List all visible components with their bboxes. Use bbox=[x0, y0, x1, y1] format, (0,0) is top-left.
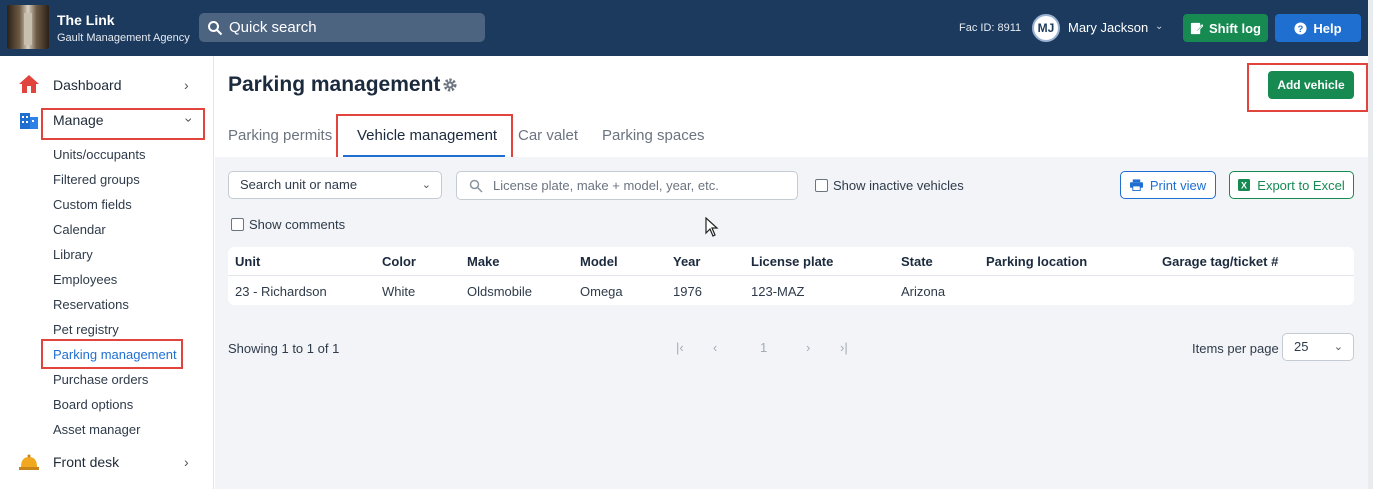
shift-log-button[interactable]: Shift log bbox=[1183, 14, 1268, 42]
brand-title: The Link bbox=[57, 12, 115, 28]
previous-page-icon[interactable]: ‹ bbox=[713, 340, 717, 355]
shift-log-label: Shift log bbox=[1209, 20, 1261, 36]
sidebar-item-library[interactable]: Library bbox=[53, 247, 93, 262]
question-circle-icon: ? bbox=[1294, 21, 1307, 35]
chevron-right-icon[interactable]: › bbox=[184, 454, 189, 470]
row-divider bbox=[228, 275, 1354, 276]
search-icon bbox=[469, 179, 483, 193]
sidebar-item-purchase-orders[interactable]: Purchase orders bbox=[53, 372, 148, 387]
cell-color: White bbox=[382, 284, 416, 299]
brand-subtitle: Gault Management Agency bbox=[57, 32, 190, 44]
tab-car-valet[interactable]: Car valet bbox=[518, 127, 578, 144]
quick-search-label: Quick search bbox=[229, 19, 317, 36]
cell-state: Arizona bbox=[901, 284, 946, 299]
edit-note-icon bbox=[1190, 22, 1203, 34]
svg-text:?: ? bbox=[1298, 23, 1304, 33]
sidebar-item-board-options[interactable]: Board options bbox=[53, 397, 133, 412]
help-button[interactable]: ? Help bbox=[1275, 14, 1361, 42]
unit-search-select-value: Search unit or name bbox=[240, 177, 358, 192]
cell-year: 1976 bbox=[673, 284, 702, 299]
last-page-icon[interactable]: ›| bbox=[840, 340, 848, 355]
top-bar: The Link Gault Management Agency Quick s… bbox=[0, 0, 1368, 56]
vehicle-search-placeholder: License plate, make + model, year, etc. bbox=[493, 178, 719, 193]
column-header-make[interactable]: Make bbox=[467, 254, 500, 269]
avatar[interactable]: MJ bbox=[1032, 14, 1060, 42]
items-per-page-select[interactable]: 25 ⌄ bbox=[1282, 333, 1354, 361]
printer-icon bbox=[1129, 179, 1143, 191]
chevron-down-icon: ⌄ bbox=[1333, 341, 1343, 353]
show-inactive-label[interactable]: Show inactive vehicles bbox=[833, 178, 964, 193]
sidebar-item-dashboard[interactable]: Dashboard bbox=[53, 77, 122, 93]
unit-search-select[interactable]: Search unit or name ⌄ bbox=[228, 171, 442, 199]
sidebar-item-custom-fields[interactable]: Custom fields bbox=[53, 197, 132, 212]
first-page-icon[interactable]: |‹ bbox=[676, 340, 684, 355]
sidebar-item-reservations[interactable]: Reservations bbox=[53, 297, 129, 312]
export-to-excel-button[interactable]: X Export to Excel bbox=[1229, 171, 1354, 199]
column-header-state[interactable]: State bbox=[901, 254, 933, 269]
showing-count: Showing 1 to 1 of 1 bbox=[228, 341, 340, 356]
items-per-page-value: 25 bbox=[1294, 339, 1309, 354]
gear-icon[interactable] bbox=[442, 77, 458, 93]
tab-parking-spaces[interactable]: Parking spaces bbox=[602, 127, 705, 144]
home-icon bbox=[19, 75, 39, 93]
tab-parking-permits[interactable]: Parking permits bbox=[228, 127, 332, 144]
excel-icon: X bbox=[1238, 179, 1251, 191]
facility-id: Fac ID: 8911 bbox=[959, 22, 1022, 34]
building-icon bbox=[20, 113, 38, 129]
print-view-button[interactable]: Print view bbox=[1120, 171, 1216, 199]
brand-logo[interactable] bbox=[7, 5, 49, 49]
print-view-label: Print view bbox=[1149, 177, 1207, 193]
user-name[interactable]: Mary Jackson bbox=[1068, 20, 1148, 35]
sidebar-item-employees[interactable]: Employees bbox=[53, 272, 117, 287]
column-header-year[interactable]: Year bbox=[673, 254, 700, 269]
svg-text:X: X bbox=[1241, 181, 1247, 191]
highlight-box-add-vehicle bbox=[1247, 63, 1368, 112]
cell-license-plate: 123-MAZ bbox=[751, 284, 805, 299]
sidebar-item-pet-registry[interactable]: Pet registry bbox=[53, 322, 119, 337]
page-number[interactable]: 1 bbox=[760, 340, 767, 355]
items-per-page-label: Items per page bbox=[1192, 341, 1279, 356]
column-header-unit[interactable]: Unit bbox=[235, 254, 260, 269]
next-page-icon[interactable]: › bbox=[806, 340, 810, 355]
page-title: Parking management bbox=[228, 73, 441, 96]
column-header-model[interactable]: Model bbox=[580, 254, 618, 269]
show-inactive-checkbox[interactable] bbox=[815, 179, 828, 192]
highlight-box-manage bbox=[41, 108, 205, 140]
chevron-right-icon[interactable]: › bbox=[184, 77, 189, 93]
export-to-excel-label: Export to Excel bbox=[1257, 177, 1345, 193]
show-comments-checkbox[interactable] bbox=[231, 218, 244, 231]
column-header-garage-tag[interactable]: Garage tag/ticket # bbox=[1162, 254, 1278, 269]
cell-make: Oldsmobile bbox=[467, 284, 533, 299]
bell-icon bbox=[19, 454, 39, 470]
cell-unit[interactable]: 23 - Richardson bbox=[235, 284, 327, 299]
column-header-license-plate[interactable]: License plate bbox=[751, 254, 833, 269]
search-icon bbox=[208, 20, 223, 35]
sidebar-item-units-occupants[interactable]: Units/occupants bbox=[53, 147, 146, 162]
sidebar-item-calendar[interactable]: Calendar bbox=[53, 222, 106, 237]
content-panel bbox=[215, 157, 1368, 489]
vehicle-search-input[interactable]: License plate, make + model, year, etc. bbox=[456, 171, 798, 200]
chevron-down-icon[interactable]: ⌄ bbox=[1155, 21, 1163, 32]
mouse-cursor-icon bbox=[705, 217, 719, 237]
cell-model: Omega bbox=[580, 284, 623, 299]
window-edge bbox=[1368, 0, 1373, 489]
sidebar-item-asset-manager[interactable]: Asset manager bbox=[53, 422, 140, 437]
quick-search-input[interactable]: Quick search bbox=[199, 13, 485, 42]
show-comments-label[interactable]: Show comments bbox=[249, 217, 345, 232]
sidebar-item-filtered-groups[interactable]: Filtered groups bbox=[53, 172, 140, 187]
column-header-parking-location[interactable]: Parking location bbox=[986, 254, 1087, 269]
vehicles-table: Unit Color Make Model Year License plate… bbox=[228, 247, 1354, 305]
sidebar-item-front-desk[interactable]: Front desk bbox=[53, 454, 119, 470]
column-header-color[interactable]: Color bbox=[382, 254, 416, 269]
help-label: Help bbox=[1313, 20, 1342, 36]
highlight-box-parking-management bbox=[41, 339, 183, 369]
chevron-down-icon: ⌄ bbox=[421, 179, 431, 191]
